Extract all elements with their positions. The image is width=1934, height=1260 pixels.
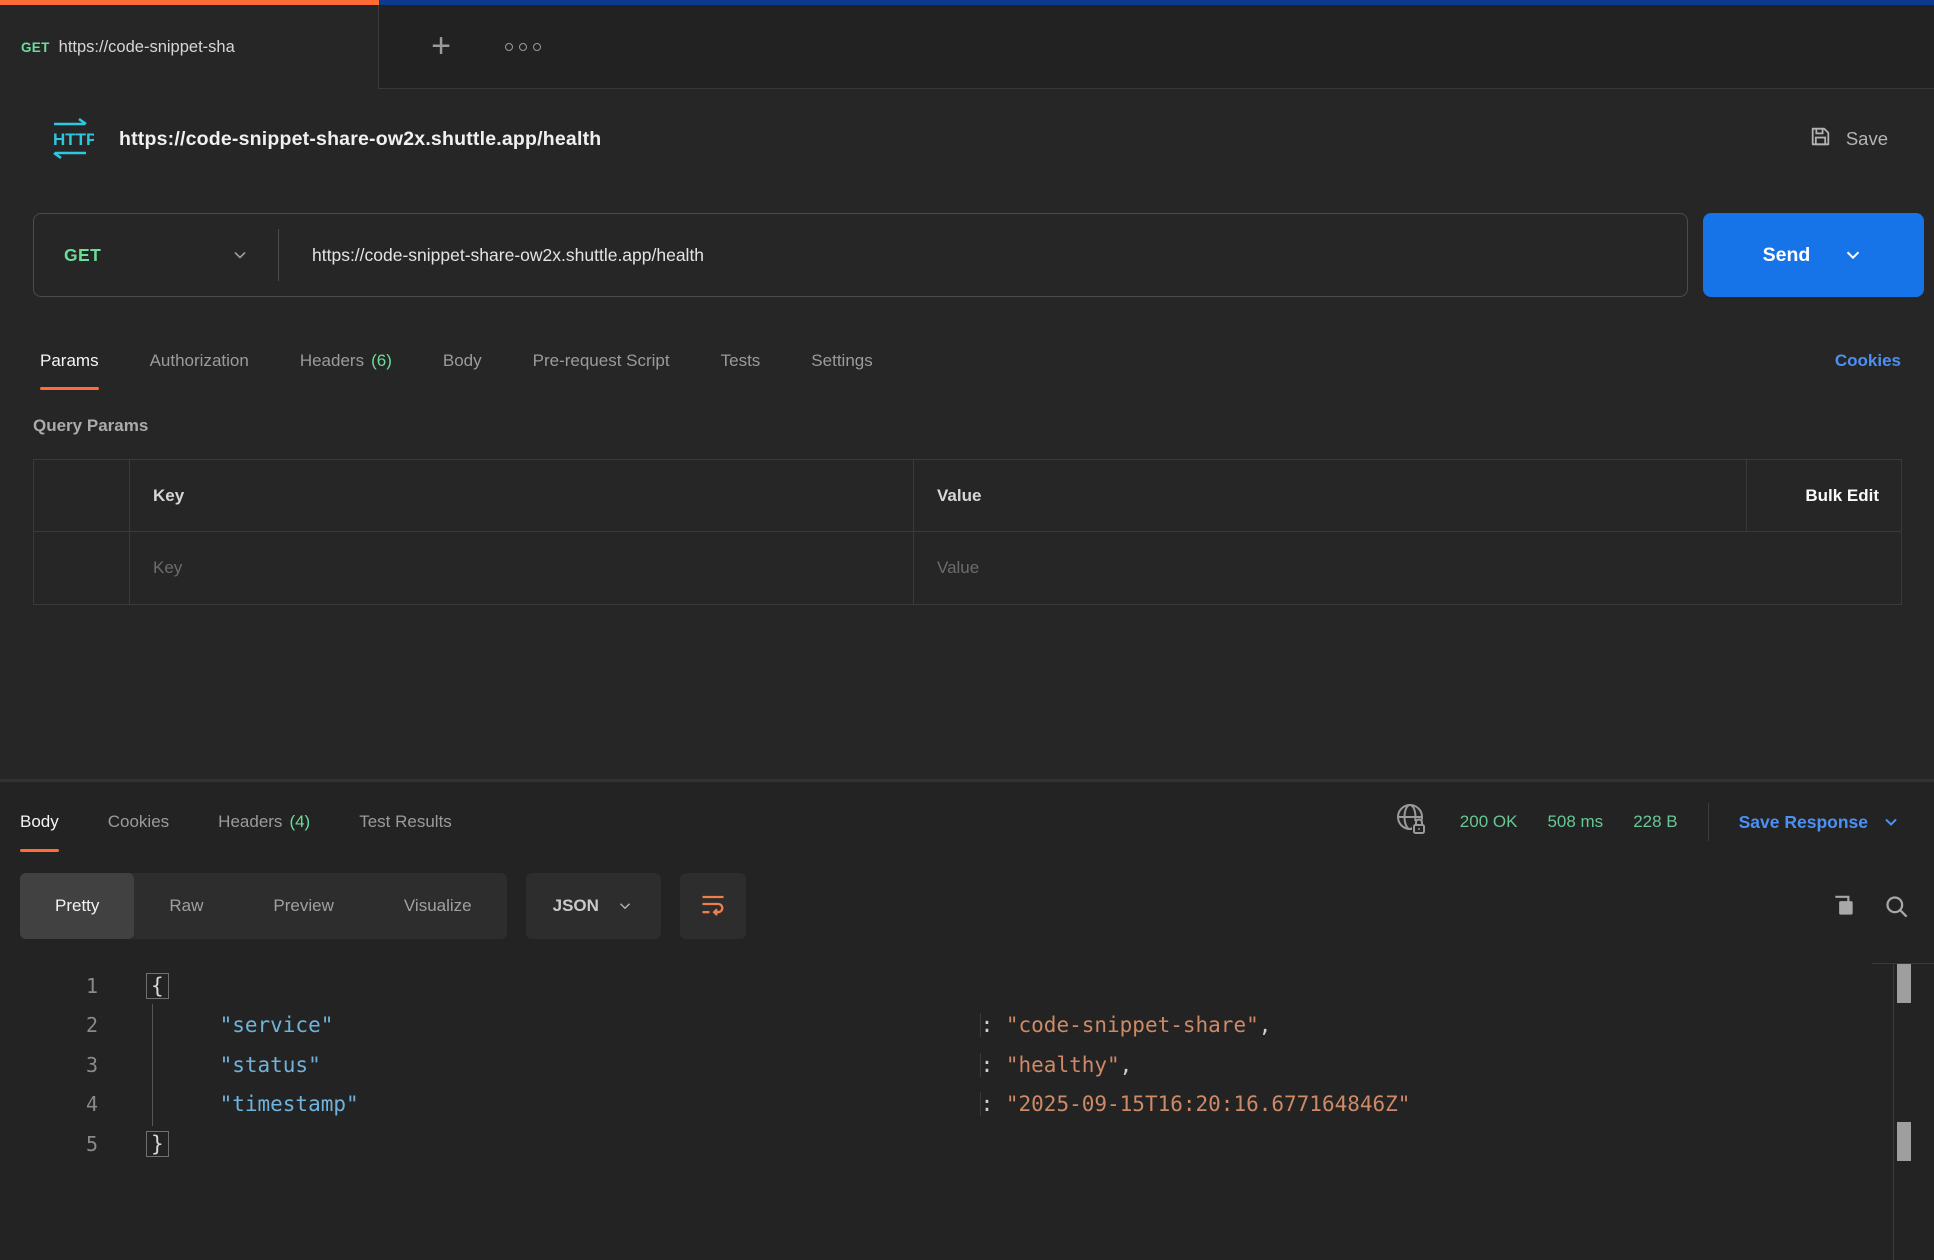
format-value: JSON — [553, 896, 599, 916]
response-pane: Body Cookies Headers(4) Test Results — [0, 782, 1934, 1260]
headers-count-badge: (6) — [371, 351, 392, 371]
tab-params[interactable]: Params — [40, 332, 99, 390]
code-text: "status": "healthy", — [146, 1053, 1132, 1077]
url-input[interactable] — [312, 245, 1512, 266]
response-time: 508 ms — [1547, 812, 1603, 832]
wrap-lines-button[interactable] — [680, 873, 746, 939]
tab-title: https://code-snippet-sha — [59, 38, 235, 57]
request-tab-bar: GET https://code-snippet-sha + — [0, 5, 1934, 89]
scrollbar-thumb-lower[interactable] — [1897, 1122, 1911, 1161]
response-tab-body[interactable]: Body — [20, 792, 59, 852]
scrollbar-track — [1893, 963, 1894, 1260]
tab-title-fade — [306, 5, 378, 89]
request-title: https://code-snippet-share-ow2x.shuttle.… — [119, 128, 601, 151]
response-meta: 200 OK 508 ms 228 B Save Response — [1394, 792, 1901, 852]
view-mode-switcher: Pretty Raw Preview Visualize — [20, 873, 507, 939]
tab-options-icon[interactable] — [499, 29, 547, 65]
chevron-down-icon — [230, 245, 250, 265]
view-visualize[interactable]: Visualize — [369, 873, 507, 939]
response-tab-cookies[interactable]: Cookies — [108, 792, 169, 852]
line-number: 4 — [0, 1092, 98, 1116]
format-dropdown[interactable]: JSON — [526, 873, 661, 939]
code-line: 1{ — [0, 966, 1890, 1006]
view-raw[interactable]: Raw — [134, 873, 238, 939]
response-actions — [1831, 893, 1910, 920]
column-header-key: Key — [153, 486, 184, 506]
response-tab-headers[interactable]: Headers(4) — [218, 792, 310, 852]
network-globe-lock-icon — [1394, 801, 1430, 844]
tab-bar-strip: + — [379, 5, 1934, 89]
wrap-lines-icon — [699, 890, 727, 923]
code-text: "timestamp": "2025-09-15T16:20:16.677164… — [146, 1092, 1410, 1116]
row-handle-column — [34, 460, 130, 531]
param-value-input[interactable] — [937, 558, 1805, 578]
request-tab[interactable]: GET https://code-snippet-sha — [0, 5, 379, 89]
line-number: 3 — [0, 1053, 98, 1077]
method-dropdown[interactable]: GET — [34, 214, 278, 296]
tab-tests[interactable]: Tests — [721, 332, 761, 390]
tab-headers[interactable]: Headers(6) — [300, 332, 392, 390]
code-line: 5} — [0, 1124, 1890, 1164]
code-text: } — [146, 1131, 169, 1157]
save-icon — [1808, 124, 1833, 154]
query-params-table: Key Value Bulk Edit — [33, 459, 1902, 605]
status-code: 200 OK — [1460, 812, 1518, 832]
meta-divider — [1708, 803, 1709, 841]
response-view-toolbar: Pretty Raw Preview Visualize JSON — [20, 873, 1910, 939]
param-key-input[interactable] — [153, 558, 837, 578]
response-tab-test-results[interactable]: Test Results — [359, 792, 452, 852]
request-url-bar: GET — [33, 213, 1688, 297]
save-button[interactable]: Save — [1808, 124, 1888, 154]
bulk-edit-button[interactable]: Bulk Edit — [1805, 486, 1879, 506]
query-params-header-row: Key Value Bulk Edit — [34, 460, 1901, 532]
tab-settings[interactable]: Settings — [811, 332, 872, 390]
url-bar-divider — [278, 229, 279, 281]
response-size: 228 B — [1633, 812, 1677, 832]
search-icon[interactable] — [1883, 893, 1910, 920]
save-response-button[interactable]: Save Response — [1739, 812, 1901, 833]
view-pretty[interactable]: Pretty — [20, 873, 134, 939]
code-line: 4 "timestamp": "2025-09-15T16:20:16.6771… — [0, 1085, 1890, 1125]
save-label: Save — [1846, 128, 1888, 150]
code-text: { — [146, 973, 169, 999]
send-options-chevron-icon[interactable] — [1842, 244, 1864, 266]
app-window: GET https://code-snippet-sha + HTTP http… — [0, 0, 1934, 1260]
active-tab-accent — [0, 0, 379, 5]
tab-body[interactable]: Body — [443, 332, 482, 390]
method-value: GET — [64, 245, 101, 266]
svg-text:HTTP: HTTP — [53, 130, 94, 149]
new-tab-button[interactable]: + — [419, 25, 463, 69]
line-number: 1 — [0, 974, 98, 998]
send-button[interactable]: Send — [1703, 213, 1924, 297]
request-title-row: HTTP https://code-snippet-share-ow2x.shu… — [46, 106, 1888, 172]
column-header-value: Value — [937, 486, 981, 506]
tab-method-badge: GET — [21, 40, 50, 55]
scrollbar-thumb-upper[interactable] — [1897, 964, 1911, 1003]
http-request-icon: HTTP — [46, 112, 94, 167]
fold-guide-line — [152, 1004, 153, 1126]
view-preview[interactable]: Preview — [238, 873, 368, 939]
request-tabs: Params Authorization Headers(6) Body Pre… — [40, 332, 1901, 390]
send-label: Send — [1763, 244, 1811, 267]
query-params-heading: Query Params — [33, 416, 148, 436]
fold-toggle[interactable]: } — [146, 1131, 169, 1157]
code-line: 2 "service": "code-snippet-share", — [0, 1006, 1890, 1046]
response-tabs: Body Cookies Headers(4) Test Results — [20, 792, 1901, 852]
response-headers-count-badge: (4) — [289, 812, 310, 832]
line-number: 5 — [0, 1132, 98, 1156]
cookies-link[interactable]: Cookies — [1835, 351, 1901, 371]
query-params-empty-row — [34, 532, 1901, 604]
fold-toggle[interactable]: { — [146, 973, 169, 999]
response-body-code: 1{2 "service": "code-snippet-share",3 "s… — [0, 966, 1890, 1164]
tab-pre-request-script[interactable]: Pre-request Script — [533, 332, 670, 390]
tab-authorization[interactable]: Authorization — [150, 332, 249, 390]
code-text: "service": "code-snippet-share", — [146, 1013, 1271, 1037]
copy-icon[interactable] — [1831, 893, 1857, 919]
code-line: 3 "status": "healthy", — [0, 1045, 1890, 1085]
line-number: 2 — [0, 1013, 98, 1037]
row-handle-cell — [34, 532, 130, 604]
